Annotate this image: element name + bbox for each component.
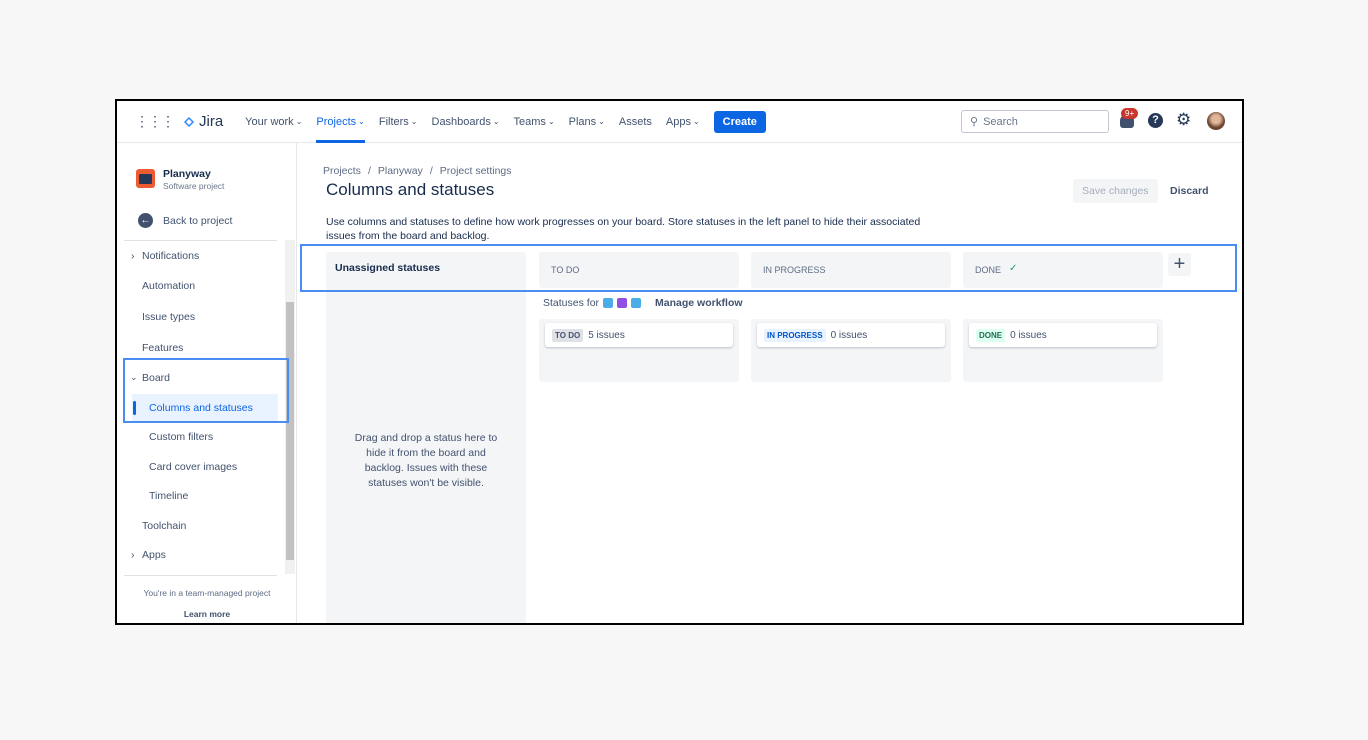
status-card[interactable]: TO DO 5 issues [545,323,733,347]
statuses-for-row: Statuses for Manage workflow [543,297,743,309]
breadcrumb: Projects / Planyway / Project settings [323,165,512,177]
issue-count: 0 issues [1010,329,1047,341]
column-body: DONE 0 issues [963,319,1163,382]
page-description: Use columns and statuses to define how w… [326,216,921,242]
jira-logo-icon [184,116,194,127]
notification-badge: 9+ [1121,108,1139,119]
settings-icon[interactable]: ⚙ [1176,110,1191,130]
nav-filters[interactable]: Filters ⌄ [379,101,418,143]
search-icon: ⚲ [970,116,979,128]
chevron-down-icon: ⌄ [492,117,500,126]
status-card[interactable]: DONE 0 issues [969,323,1157,347]
learn-more-link[interactable]: Learn more [117,609,297,619]
column-body: TO DO 5 issues [539,319,739,382]
chevron-right-icon: › [131,250,135,262]
breadcrumb-item[interactable]: Project settings [440,165,512,177]
nav-assets[interactable]: Assets [619,101,652,143]
divider [124,240,277,241]
status-lozenge: TO DO [552,328,584,342]
issue-count: 0 issues [830,329,868,341]
divider [124,575,277,576]
highlight-board-box [123,358,289,423]
breadcrumb-item[interactable]: Planyway [378,165,423,177]
unassigned-hint: Drag and drop a status here to hide it f… [354,432,498,489]
sidebar: Planyway Software project ← Back to proj… [117,143,297,623]
subtask-type-icon [631,298,642,308]
nav-plans[interactable]: Plans ⌄ [569,101,605,143]
project-type: Software project [163,181,225,191]
project-icon [136,169,155,188]
chevron-down-icon: ⌄ [692,117,700,126]
create-button[interactable]: Create [713,110,766,133]
page-title: Columns and statuses [326,180,495,199]
chevron-down-icon: ⌄ [547,117,555,126]
sidebar-item-notifications[interactable]: › Notifications [131,250,199,262]
status-lozenge: IN PROGRESS [764,328,826,342]
task-type-icon [603,298,614,308]
issue-count: 5 issues [588,329,625,341]
project-name: Planyway [163,168,211,180]
sidebar-item-issue-types[interactable]: Issue types [142,311,195,323]
nav-your-work[interactable]: Your work ⌄ [245,101,302,143]
manage-workflow-link[interactable]: Manage workflow [655,297,743,309]
sidebar-item-apps[interactable]: › Apps [131,549,166,561]
sidebar-item-features[interactable]: Features [142,342,183,354]
discard-button[interactable]: Discard [1170,185,1209,197]
nav-apps[interactable]: Apps ⌄ [666,101,700,143]
arrow-left-icon: ← [138,213,153,228]
column-body: IN PROGRESS 0 issues [751,319,951,382]
sidebar-item-timeline[interactable]: Timeline [149,490,188,502]
sidebar-item-automation[interactable]: Automation [142,280,195,292]
chevron-down-icon: ⌄ [358,117,365,126]
unassigned-statuses-panel: Unassigned statuses Drag and drop a stat… [326,252,526,623]
sidebar-item-card-cover-images[interactable]: Card cover images [149,461,237,473]
nav-teams[interactable]: Teams ⌄ [514,101,555,143]
status-card[interactable]: IN PROGRESS 0 issues [757,323,945,347]
app-switcher-icon[interactable]: ⋮⋮⋮ [135,113,175,130]
sidebar-item-custom-filters[interactable]: Custom filters [149,431,213,443]
search-input[interactable]: ⚲ Search [961,110,1109,133]
app-window: ⋮⋮⋮ Jira Your work ⌄ Projects ⌄ Filters ⌄ Dash… [115,99,1244,625]
chevron-right-icon: › [131,549,135,561]
team-managed-note: You're in a team-managed project [143,588,271,598]
nav-projects[interactable]: Projects ⌄ [316,101,366,143]
back-to-project[interactable]: ← Back to project [138,213,232,228]
nav-dashboards[interactable]: Dashboards ⌄ [432,101,500,143]
notifications-button[interactable]: 9+ [1120,108,1139,128]
status-lozenge: DONE [976,328,1006,342]
chevron-down-icon: ⌄ [598,117,605,126]
chevron-down-icon: ⌄ [410,117,418,126]
jira-logo[interactable]: Jira [182,113,223,130]
breadcrumb-item[interactable]: Projects [323,165,361,177]
help-icon[interactable]: ? [1148,113,1163,128]
highlight-columns-row [300,244,1237,292]
sidebar-item-toolchain[interactable]: Toolchain [142,520,186,532]
chevron-down-icon: ⌄ [295,117,303,126]
save-changes-button[interactable]: Save changes [1073,179,1158,203]
avatar[interactable] [1207,112,1225,130]
epic-type-icon [617,298,628,308]
